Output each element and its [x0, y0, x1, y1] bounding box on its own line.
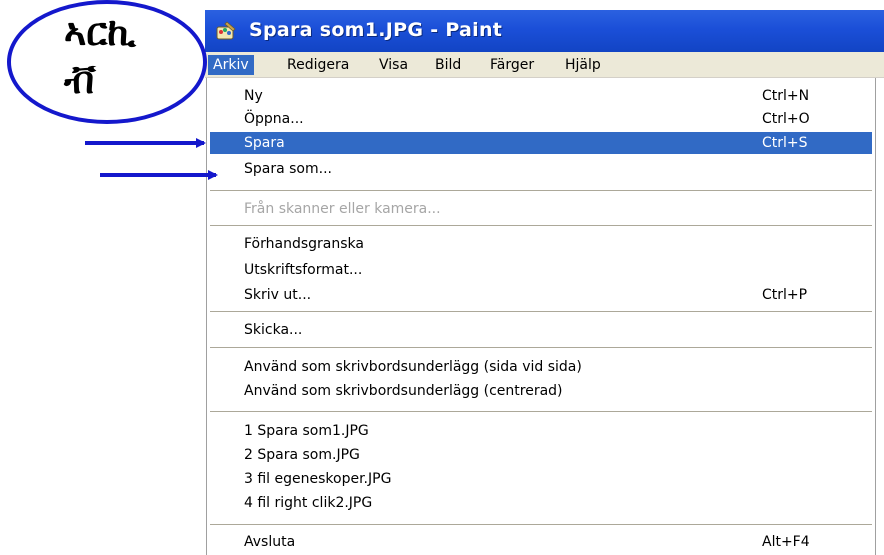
menu-item-fran-skanner: Från skanner eller kamera...: [210, 198, 872, 220]
menu-item-label: 4 fil right clik2.JPG: [244, 495, 373, 511]
menu-item-shortcut: Ctrl+N: [762, 88, 810, 104]
menu-item-label: Från skanner eller kamera...: [244, 201, 441, 217]
menu-separator: [210, 411, 872, 412]
menu-bild[interactable]: Bild: [430, 55, 466, 75]
menu-item-ny[interactable]: Ny Ctrl+N: [210, 85, 872, 107]
menu-hjalp[interactable]: Hjälp: [560, 55, 606, 75]
menu-separator: [210, 347, 872, 348]
menu-arkiv[interactable]: Arkiv: [208, 55, 254, 75]
menu-item-spara[interactable]: Spara Ctrl+S: [210, 132, 872, 154]
window-title: Spara som1.JPG - Paint: [249, 19, 503, 41]
title-bar[interactable]: Spara som1.JPG - Paint: [205, 10, 884, 52]
file-menu-dropdown: Ny Ctrl+N Öppna... Ctrl+O Spara Ctrl+S S…: [206, 78, 876, 555]
menu-item-shortcut: Ctrl+P: [762, 287, 808, 303]
menu-item-skicka[interactable]: Skicka...: [210, 319, 872, 341]
menu-separator: [210, 524, 872, 525]
menu-item-utskriftsformat[interactable]: Utskriftsformat...: [210, 259, 872, 281]
menu-item-label: Förhandsgranska: [244, 236, 364, 252]
menu-item-forhandsgranska[interactable]: Förhandsgranska: [210, 233, 872, 255]
menu-redigera[interactable]: Redigera: [282, 55, 354, 75]
menu-item-label: Skicka...: [244, 322, 303, 338]
menu-separator: [210, 225, 872, 226]
menu-separator: [210, 311, 872, 312]
menu-item-shortcut: Ctrl+S: [762, 135, 808, 151]
menu-item-skriv-ut[interactable]: Skriv ut... Ctrl+P: [210, 284, 872, 306]
menu-item-label: Använd som skrivbordsunderlägg (centrera…: [244, 383, 563, 399]
recent-file-2[interactable]: 2 Spara som.JPG: [210, 444, 872, 466]
menu-item-label: 3 fil egeneskoper.JPG: [244, 471, 392, 487]
menu-item-avsluta[interactable]: Avsluta Alt+F4: [210, 531, 872, 553]
recent-file-1[interactable]: 1 Spara som1.JPG: [210, 420, 872, 442]
annotation-label: ኣርኪ ቭ: [64, 10, 136, 102]
menu-item-bakgrund-sida-vid-sida[interactable]: Använd som skrivbordsunderlägg (sida vid…: [210, 356, 872, 378]
menu-item-shortcut: Ctrl+O: [762, 111, 810, 127]
menu-item-label: Skriv ut...: [244, 287, 312, 303]
menu-item-label: Spara: [244, 135, 285, 151]
menu-item-label: 1 Spara som1.JPG: [244, 423, 369, 439]
menu-item-bakgrund-centrerad[interactable]: Använd som skrivbordsunderlägg (centrera…: [210, 380, 872, 402]
menu-item-label: 2 Spara som.JPG: [244, 447, 360, 463]
menu-farger[interactable]: Färger: [485, 55, 539, 75]
menu-item-spara-som[interactable]: Spara som...: [210, 158, 872, 180]
menu-item-label: Spara som...: [244, 161, 332, 177]
paint-icon: [216, 21, 236, 40]
recent-file-4[interactable]: 4 fil right clik2.JPG: [210, 492, 872, 514]
menu-item-label: Avsluta: [244, 534, 296, 550]
menu-item-label: Använd som skrivbordsunderlägg (sida vid…: [244, 359, 582, 375]
menu-item-label: Ny: [244, 88, 263, 104]
recent-file-3[interactable]: 3 fil egeneskoper.JPG: [210, 468, 872, 490]
screenshot-stage: Spara som1.JPG - Paint Arkiv Redigera Vi…: [0, 0, 884, 555]
menu-item-shortcut: Alt+F4: [762, 534, 810, 550]
menu-item-label: Öppna...: [244, 111, 304, 127]
menu-item-oppna[interactable]: Öppna... Ctrl+O: [210, 108, 872, 130]
menu-item-label: Utskriftsformat...: [244, 262, 363, 278]
menu-separator: [210, 190, 872, 191]
menu-visa[interactable]: Visa: [374, 55, 413, 75]
menu-bar: Arkiv Redigera Visa Bild Färger Hjälp: [205, 52, 884, 78]
